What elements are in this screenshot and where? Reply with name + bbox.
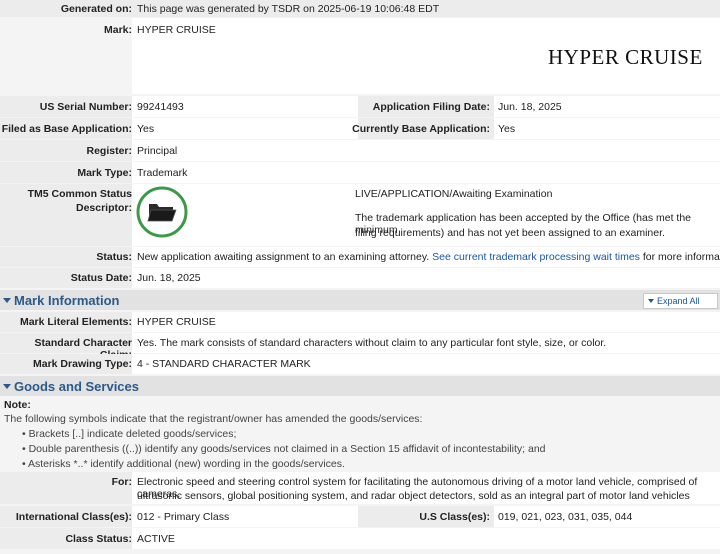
mark-type-label: Mark Type:	[77, 167, 132, 179]
current-base-cell	[494, 118, 720, 139]
note-bullet-item: • Asterisks *..* identify additional (ne…	[22, 458, 345, 470]
tm5-description-line2: filing requirements) and has not yet bee…	[355, 227, 665, 239]
filed-base-label: Filed as Base Application:	[1, 123, 132, 135]
tm5-label-line2: Descriptor:	[75, 202, 132, 214]
mark-image-text: HYPER CRUISE	[548, 45, 703, 69]
status-value: New application awaiting assignment to a…	[137, 251, 720, 263]
expand-all-label: Expand All	[657, 296, 700, 306]
filing-date-label: Application Filing Date:	[372, 101, 490, 113]
register-value: Principal	[137, 145, 178, 157]
status-text: New application awaiting assignment to a…	[137, 251, 430, 263]
class-status-value: ACTIVE	[137, 533, 175, 545]
status-date-value: Jun. 18, 2025	[137, 272, 201, 284]
tm5-label-line1: TM5 Common Status	[27, 188, 132, 200]
drawing-value: 4 - STANDARD CHARACTER MARK	[137, 358, 311, 370]
note-label: Note:	[4, 399, 31, 411]
class-status-label: Class Status:	[65, 533, 132, 545]
mark-type-cell	[132, 162, 720, 183]
intl-class-label: International Class(es):	[15, 511, 132, 523]
status-label: Status:	[96, 251, 132, 263]
register-cell	[132, 140, 720, 161]
collapse-triangle-icon[interactable]	[3, 298, 11, 303]
generated-value: This page was generated by TSDR on 2025-…	[137, 3, 440, 15]
serial-value: 99241493	[137, 101, 184, 113]
note-bullet-item: • Brackets [..] indicate deleted goods/s…	[22, 428, 237, 440]
us-class-value: 019, 021, 023, 031, 035, 044	[498, 511, 633, 523]
note-text: The following symbols indicate that the …	[4, 413, 423, 425]
literal-cell	[132, 312, 720, 332]
for-value-line2: ultrasonic sensors, global positioning s…	[137, 490, 690, 502]
claim-value: Yes. The mark consists of standard chara…	[137, 337, 607, 349]
drawing-label: Mark Drawing Type:	[33, 358, 132, 370]
us-class-label: U.S Class(es):	[419, 511, 490, 523]
intl-class-value: 012 - Primary Class	[137, 511, 230, 523]
mark-information-title[interactable]: Mark Information	[14, 293, 119, 308]
processing-wait-times-link[interactable]: See current trademark processing wait ti…	[432, 251, 640, 263]
status-date-cell	[132, 268, 720, 288]
mark-type-value: Trademark	[137, 167, 188, 179]
class-status-cell	[132, 528, 720, 549]
tm5-status: LIVE/APPLICATION/Awaiting Examination	[355, 188, 553, 200]
note-bullet-item: • Double parenthesis ((..)) identify any…	[22, 443, 546, 455]
literal-value: HYPER CRUISE	[137, 316, 216, 328]
current-base-label: Currently Base Application:	[352, 123, 490, 135]
mark-label: Mark:	[103, 24, 132, 36]
serial-label: US Serial Number:	[39, 101, 132, 113]
expand-all-button[interactable]: Expand All	[643, 293, 718, 309]
register-label: Register:	[86, 145, 132, 157]
filed-base-value: Yes	[137, 123, 155, 135]
status-suffix: for more information.	[642, 251, 720, 263]
status-date-label: Status Date:	[70, 272, 132, 284]
literal-label: Mark Literal Elements:	[19, 316, 132, 328]
expand-triangle-icon	[648, 299, 654, 303]
generated-label: Generated on:	[60, 3, 132, 15]
folder-status-icon	[136, 186, 188, 238]
mark-value: HYPER CRUISE	[137, 24, 216, 36]
for-label: For:	[111, 476, 132, 488]
filed-base-cell	[132, 118, 358, 139]
filing-date-value: Jun. 18, 2025	[498, 101, 562, 113]
current-base-value: Yes	[498, 123, 516, 135]
collapse-triangle-icon[interactable]	[3, 384, 11, 389]
goods-services-title[interactable]: Goods and Services	[14, 379, 139, 394]
